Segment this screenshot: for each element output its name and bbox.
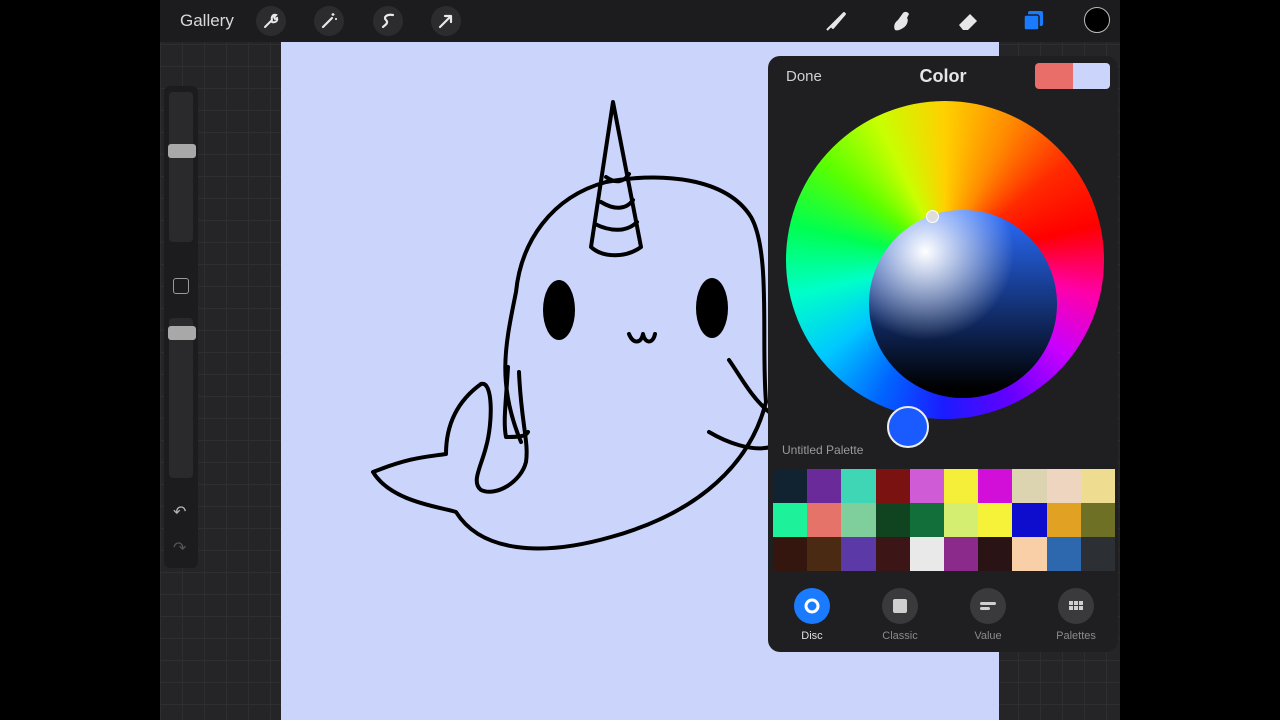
left-sidebar: ↶ ↷ bbox=[164, 86, 198, 568]
palette-swatch[interactable] bbox=[978, 537, 1013, 571]
palette-swatch[interactable] bbox=[1080, 503, 1115, 537]
tab-disc[interactable]: Disc bbox=[782, 588, 842, 642]
brush-size-track[interactable] bbox=[169, 92, 193, 242]
opacity-track[interactable] bbox=[169, 318, 193, 478]
palette-grid bbox=[773, 469, 1115, 571]
palette-swatch[interactable] bbox=[1046, 503, 1081, 537]
value-sliders-icon bbox=[970, 588, 1006, 624]
gallery-button[interactable]: Gallery bbox=[180, 11, 234, 31]
palette-swatch[interactable] bbox=[909, 503, 944, 537]
palette-swatch[interactable] bbox=[807, 503, 842, 537]
magic-wand-icon[interactable] bbox=[314, 6, 344, 36]
brush-size-slider[interactable] bbox=[168, 144, 196, 158]
top-toolbar: Gallery bbox=[160, 0, 1120, 42]
palette-swatch[interactable] bbox=[1080, 537, 1115, 571]
palette-swatch[interactable] bbox=[909, 469, 944, 503]
color-mode-tabs: Disc Classic Value Palettes bbox=[768, 584, 1118, 648]
procreate-app: Gallery ↶ ↷ Done Color Untitled Palette … bbox=[160, 0, 1120, 720]
palette-swatch[interactable] bbox=[1012, 503, 1047, 537]
palette-swatch[interactable] bbox=[807, 537, 842, 571]
color-compare-swatch[interactable] bbox=[1035, 63, 1110, 89]
tab-palettes[interactable]: Palettes bbox=[1046, 588, 1106, 642]
hue-ring[interactable] bbox=[786, 101, 1104, 448]
tab-label: Value bbox=[974, 630, 1002, 642]
palette-swatch[interactable] bbox=[1012, 469, 1047, 503]
tab-label: Classic bbox=[882, 630, 918, 642]
redo-icon[interactable]: ↷ bbox=[173, 538, 186, 558]
smudge-icon[interactable] bbox=[886, 5, 918, 37]
tab-label: Disc bbox=[801, 630, 823, 642]
palette-swatch[interactable] bbox=[841, 537, 876, 571]
palettes-grid-icon bbox=[1058, 588, 1094, 624]
palette-swatch[interactable] bbox=[773, 537, 808, 571]
tab-value[interactable]: Value bbox=[958, 588, 1018, 642]
palette-swatch[interactable] bbox=[875, 469, 910, 503]
palette-swatch[interactable] bbox=[909, 537, 944, 571]
palette-swatch[interactable] bbox=[944, 537, 979, 571]
undo-icon[interactable]: ↶ bbox=[173, 502, 186, 522]
palette-swatch[interactable] bbox=[944, 503, 979, 537]
disc-icon bbox=[794, 588, 830, 624]
previous-color-swatch[interactable] bbox=[1072, 63, 1110, 89]
color-panel: Done Color Untitled Palette Disc Classic… bbox=[768, 56, 1118, 652]
palette-swatch[interactable] bbox=[1046, 537, 1081, 571]
saturation-brightness-disc[interactable] bbox=[869, 210, 1057, 398]
current-color-swatch[interactable] bbox=[1035, 63, 1073, 89]
palette-swatch[interactable] bbox=[1012, 537, 1047, 571]
palette-swatch[interactable] bbox=[841, 469, 876, 503]
selection-icon[interactable] bbox=[373, 6, 403, 36]
eraser-icon[interactable] bbox=[952, 5, 984, 37]
wrench-icon[interactable] bbox=[256, 6, 286, 36]
palette-swatch[interactable] bbox=[773, 503, 808, 537]
palette-swatch[interactable] bbox=[944, 469, 979, 503]
saturation-brightness-handle[interactable] bbox=[926, 210, 939, 223]
palette-swatch[interactable] bbox=[1046, 469, 1081, 503]
palette-swatch[interactable] bbox=[807, 469, 842, 503]
tab-label: Palettes bbox=[1056, 630, 1096, 642]
palette-swatch[interactable] bbox=[1080, 469, 1115, 503]
transform-arrow-icon[interactable] bbox=[431, 6, 461, 36]
palette-name: Untitled Palette bbox=[782, 443, 864, 457]
palette-swatch[interactable] bbox=[978, 503, 1013, 537]
color-swatch-button[interactable] bbox=[1084, 7, 1110, 33]
classic-square-icon bbox=[882, 588, 918, 624]
hue-ring-handle[interactable] bbox=[887, 406, 929, 448]
palette-swatch[interactable] bbox=[773, 469, 808, 503]
tab-classic[interactable]: Classic bbox=[870, 588, 930, 642]
palette-swatch[interactable] bbox=[875, 537, 910, 571]
brush-icon[interactable] bbox=[820, 5, 852, 37]
palette-swatch[interactable] bbox=[978, 469, 1013, 503]
palette-swatch[interactable] bbox=[875, 503, 910, 537]
palette-swatch[interactable] bbox=[841, 503, 876, 537]
opacity-slider[interactable] bbox=[168, 326, 196, 340]
layers-icon[interactable] bbox=[1018, 5, 1050, 37]
modify-button[interactable] bbox=[173, 278, 189, 294]
